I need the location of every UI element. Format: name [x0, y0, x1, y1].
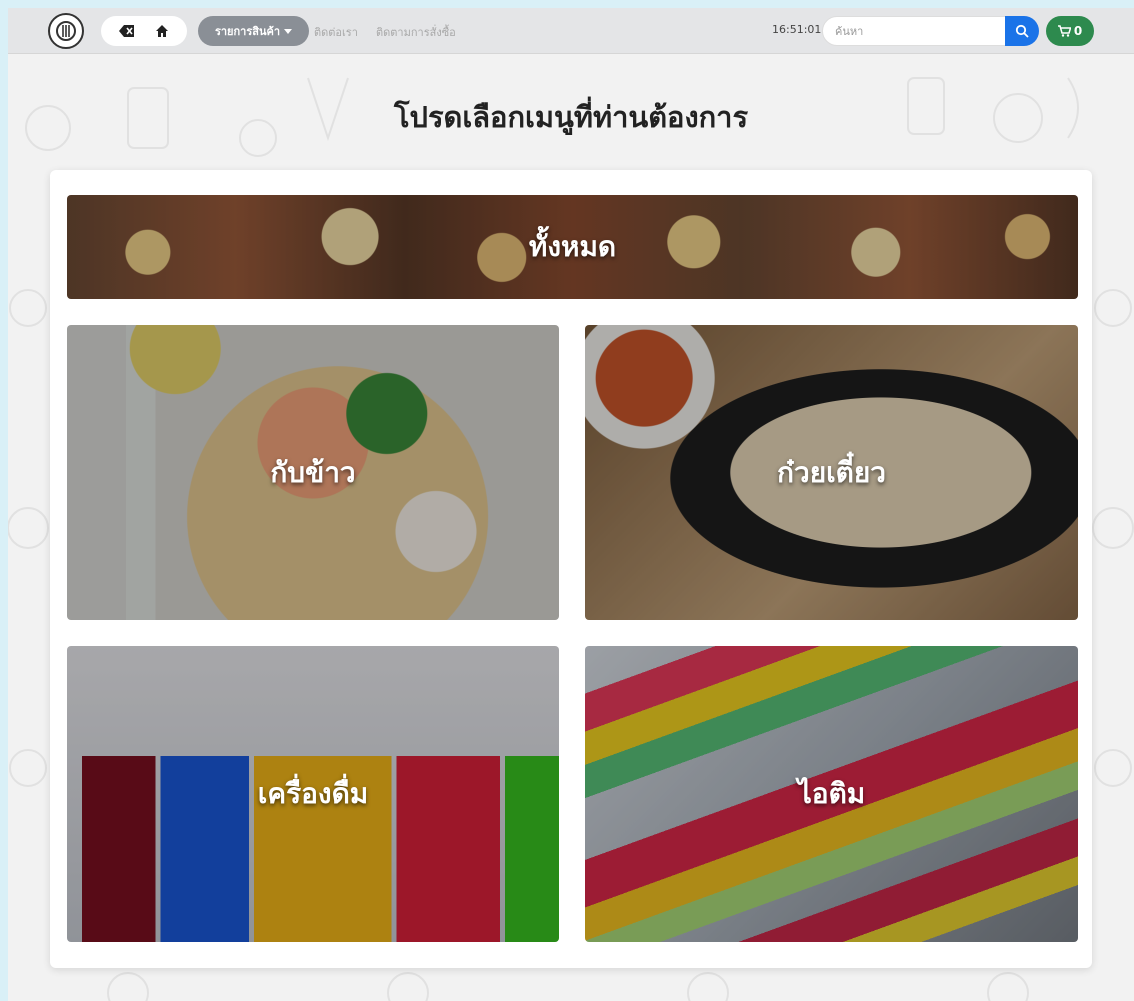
- logo-icon[interactable]: [48, 13, 84, 49]
- track-order-link[interactable]: ติดตามการสั่งซื้อ: [376, 23, 456, 41]
- clock: 16:51:01: [772, 23, 822, 36]
- home-icon[interactable]: [149, 18, 175, 44]
- category-card: ทั้งหมด กับข้าว ก๋วยเตี๋ยว เครื่องดื่ม ไ…: [50, 170, 1092, 968]
- search-input[interactable]: [822, 16, 1006, 46]
- category-tile-rice-dishes[interactable]: กับข้าว: [67, 325, 559, 620]
- category-label: กับข้าว: [270, 455, 356, 489]
- category-label: ไอติม: [797, 777, 866, 810]
- category-tile-drinks[interactable]: เครื่องดื่ม: [67, 646, 559, 942]
- search-button[interactable]: [1005, 16, 1039, 46]
- top-navbar: รายการสินค้า ติดต่อเรา ติดตามการสั่งซื้อ…: [8, 8, 1134, 54]
- cart-icon: [1057, 25, 1071, 37]
- page-frame: รายการสินค้า ติดต่อเรา ติดตามการสั่งซื้อ…: [8, 8, 1134, 1001]
- category-label: เครื่องดื่ม: [257, 777, 369, 810]
- category-tile-ice-cream[interactable]: ไอติม: [585, 646, 1078, 942]
- contact-link[interactable]: ติดต่อเรา: [314, 23, 358, 41]
- products-dropdown-label: รายการสินค้า: [214, 25, 281, 38]
- nav-pill: [101, 16, 187, 46]
- products-dropdown[interactable]: รายการสินค้า: [198, 16, 309, 46]
- caret-down-icon: [284, 25, 293, 38]
- cart-count: 0: [1073, 24, 1083, 38]
- cart-button[interactable]: 0: [1046, 16, 1094, 46]
- category-label: ทั้งหมด: [528, 230, 617, 263]
- backspace-icon[interactable]: [114, 18, 140, 44]
- category-tile-noodles[interactable]: ก๋วยเตี๋ยว: [585, 325, 1078, 620]
- page-title: โปรดเลือกเมนูที่ท่านต้องการ: [393, 100, 749, 134]
- category-tile-all[interactable]: ทั้งหมด: [67, 195, 1078, 299]
- search-icon: [1015, 24, 1029, 38]
- category-label: ก๋วยเตี๋ยว: [777, 455, 886, 489]
